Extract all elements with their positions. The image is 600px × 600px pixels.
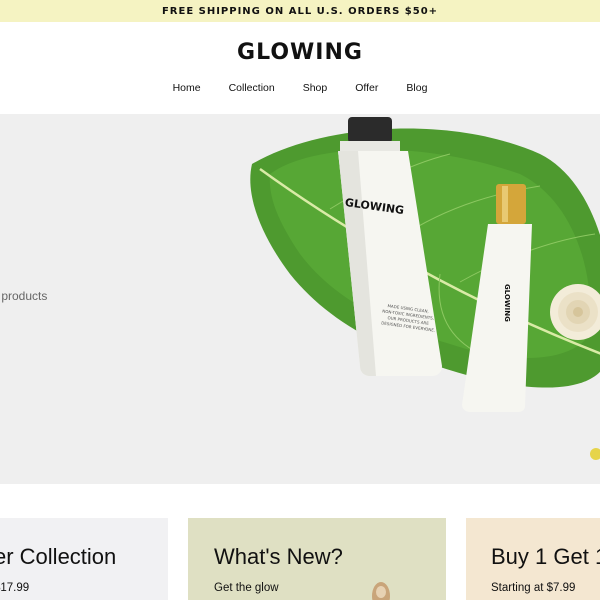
nav-collection[interactable]: Collection — [229, 82, 275, 94]
hero-subtitle: r products — [0, 289, 48, 303]
hero-banner: n r products GLOWING MADE USING CLEAN, N… — [0, 114, 600, 484]
hero-product-image: GLOWING MADE USING CLEAN, NON-TOXIC INGR… — [250, 117, 600, 460]
promo-card-title: What's New? — [214, 544, 343, 569]
announcement-bar: FREE SHIPPING ON ALL U.S. ORDERS $50+ — [0, 0, 600, 22]
promo-card-title: er Collection — [0, 544, 117, 569]
nav-shop[interactable]: Shop — [303, 82, 328, 94]
svg-text:GLOWING: GLOWING — [503, 284, 511, 322]
promo-card-whats-new[interactable]: What's New? Get the glow — [188, 518, 446, 600]
promo-card-subtitle: $17.99 — [0, 582, 30, 594]
promo-card-subtitle: Starting at $7.99 — [491, 582, 576, 594]
promo-card-bogo[interactable]: Buy 1 Get 1 Starting at $7.99 — [466, 518, 600, 600]
main-nav: Home Collection Shop Offer Blog — [0, 82, 600, 94]
promo-card-title: Buy 1 Get 1 — [491, 544, 600, 569]
promo-card-subtitle: Get the glow — [214, 582, 279, 594]
nav-home[interactable]: Home — [173, 82, 201, 94]
nav-offer[interactable]: Offer — [355, 82, 378, 94]
announcement-text: FREE SHIPPING ON ALL U.S. ORDERS $50+ — [161, 5, 439, 17]
product-thumbnail — [372, 582, 390, 600]
site-header: GLOWING Home Collection Shop Offer Blog — [0, 22, 600, 114]
promo-card-collection[interactable]: er Collection $17.99 — [0, 518, 168, 600]
brand-logo[interactable]: GLOWING — [0, 40, 600, 65]
promo-cards: er Collection $17.99 What's New? Get the… — [0, 518, 600, 600]
nav-blog[interactable]: Blog — [406, 82, 427, 94]
